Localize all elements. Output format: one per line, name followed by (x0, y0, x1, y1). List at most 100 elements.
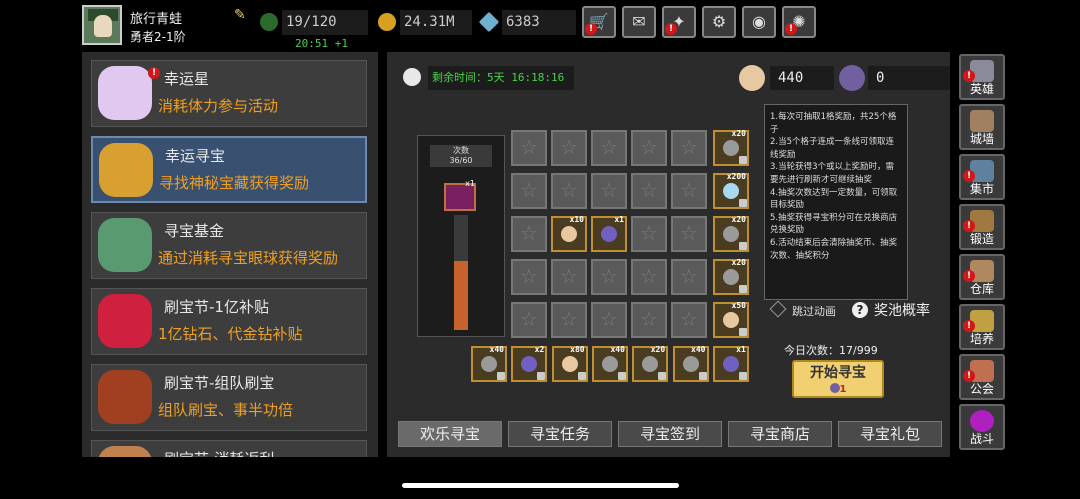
fireworks-button[interactable]: ✺! (782, 6, 816, 38)
star-icon: ☆ (600, 135, 618, 159)
lock-icon (577, 372, 586, 380)
grid-cell-hidden[interactable]: ☆ (511, 259, 547, 295)
star-icon: ☆ (600, 178, 618, 202)
star-icon: ☆ (600, 307, 618, 331)
row-line-reward[interactable]: x20 (713, 258, 749, 295)
player-avatar[interactable] (82, 5, 122, 45)
spectrum-button[interactable]: ◉ (742, 6, 776, 38)
event-menu-item[interactable]: 刷宝节-1亿补贴 1亿钻石、代金钻补贴 (91, 288, 367, 355)
pool-odds-label[interactable]: 奖池概率 (874, 300, 930, 320)
row-line-reward[interactable]: x200 (713, 172, 749, 209)
grid-cell-hidden[interactable]: ☆ (671, 130, 707, 166)
grid-cell-revealed[interactable]: x10 (551, 215, 587, 252)
grid-cell-hidden[interactable]: ☆ (511, 302, 547, 338)
lock-icon (739, 156, 747, 164)
start-hunt-button[interactable]: 开始寻宝 1 (792, 360, 884, 398)
grid-cell-hidden[interactable]: ☆ (551, 302, 587, 338)
sidebar-button[interactable]: ! 锻造 (959, 204, 1005, 250)
reward-qty: x20 (731, 215, 746, 224)
grid-cell-hidden[interactable]: ☆ (631, 302, 667, 338)
grid-cell-hidden[interactable]: ☆ (511, 130, 547, 166)
edit-icon[interactable]: ✎ (234, 8, 248, 22)
event-menu-item[interactable]: 寻宝基金 通过消耗寻宝眼球获得奖励 (91, 212, 367, 279)
sidebar-label: 公会 (969, 382, 994, 396)
grid-cell-hidden[interactable]: ☆ (671, 216, 707, 252)
gear-icon: ⚙ (711, 12, 727, 31)
settings-button[interactable]: ⚙ (702, 6, 736, 38)
reward-qty: x1 (736, 345, 746, 354)
event-menu-title: 寻宝基金 (164, 222, 225, 240)
grid-cell-hidden[interactable]: ☆ (591, 259, 627, 295)
sidebar-button[interactable]: ! 公会 (959, 354, 1005, 400)
remaining-label: 剩余时间： (432, 71, 487, 84)
grid-cell-hidden[interactable]: ☆ (631, 259, 667, 295)
column-line-reward[interactable]: x2 (511, 345, 548, 382)
star-icon: ☆ (520, 221, 538, 245)
star-icon: ☆ (680, 307, 698, 331)
lock-icon (739, 285, 747, 293)
event-menu-subtitle: 寻找神秘宝藏获得奖励 (159, 174, 310, 192)
treasure-medallion-icon (99, 143, 153, 197)
events-button[interactable]: ✦! (662, 6, 696, 38)
bottom-tab[interactable]: 寻宝任务 (508, 421, 612, 447)
home-indicator (402, 483, 679, 488)
bottom-tab[interactable]: 欢乐寻宝 (398, 421, 502, 447)
event-menu-item[interactable]: 刷宝节-组队刷宝 组队刷宝、事半功倍 (91, 364, 367, 431)
column-line-reward[interactable]: x40 (591, 345, 628, 382)
column-line-reward[interactable]: x80 (551, 345, 588, 382)
grid-cell-hidden[interactable]: ☆ (511, 216, 547, 252)
grid-cell-hidden[interactable]: ☆ (591, 302, 627, 338)
grid-cell-hidden[interactable]: ☆ (631, 130, 667, 166)
help-icon[interactable]: ? (852, 302, 868, 318)
alert-badge: ! (585, 23, 597, 35)
column-line-reward[interactable]: x1 (712, 345, 749, 382)
event-menu-item[interactable]: ! 幸运星 消耗体力参与活动 (91, 60, 367, 127)
grid-cell-hidden[interactable]: ☆ (551, 259, 587, 295)
diamond-value: 6383 (506, 14, 540, 30)
sidebar-button[interactable]: 战斗 (959, 404, 1005, 450)
event-menu-item[interactable]: 刷宝节-消耗返利 (91, 440, 367, 457)
grid-cell-hidden[interactable]: ☆ (671, 302, 707, 338)
grid-cell-revealed[interactable]: x1 (591, 215, 627, 252)
mail-button[interactable]: ✉ (622, 6, 656, 38)
grid-cell-hidden[interactable]: ☆ (591, 173, 627, 209)
skip-animation-label[interactable]: 跳过动画 (792, 303, 836, 319)
sidebar-button[interactable]: ! 英雄 (959, 54, 1005, 100)
column-line-reward[interactable]: x40 (471, 345, 507, 382)
grid-cell-hidden[interactable]: ☆ (511, 173, 547, 209)
column-line-reward[interactable]: x40 (672, 345, 709, 382)
lock-icon (739, 199, 747, 207)
star-icon: ☆ (520, 135, 538, 159)
grid-cell-hidden[interactable]: ☆ (591, 130, 627, 166)
red-flower-icon (98, 294, 152, 348)
sidebar-button[interactable]: ! 培养 (959, 304, 1005, 350)
column-line-reward[interactable]: x20 (632, 345, 669, 382)
shop-button[interactable]: 🛒! (582, 6, 616, 38)
grid-cell-hidden[interactable]: ☆ (631, 173, 667, 209)
grid-cell-hidden[interactable]: ☆ (551, 130, 587, 166)
event-menu-title: 刷宝节-消耗返利 (164, 448, 274, 457)
draw-count-value: 36/60 (449, 156, 473, 165)
star-icon: ☆ (560, 307, 578, 331)
purple-orb-cost-icon (829, 383, 840, 393)
grid-cell-hidden[interactable]: ☆ (671, 173, 707, 209)
rule-line: 2.当5个格子连成一条线可领取连线奖励 (770, 137, 895, 160)
event-menu-item[interactable]: 幸运寻宝 寻找神秘宝藏获得奖励 (91, 136, 367, 203)
bottom-tab[interactable]: 寻宝签到 (618, 421, 722, 447)
stamina-display: 19/120 (260, 10, 368, 35)
row-line-reward[interactable]: x50 (713, 301, 749, 338)
sidebar-button[interactable]: 城墙 (959, 104, 1005, 150)
sidebar-button[interactable]: ! 集市 (959, 154, 1005, 200)
bottom-tab[interactable]: 寻宝商店 (728, 421, 832, 447)
bottom-tab[interactable]: 寻宝礼包 (838, 421, 942, 447)
grid-cell-hidden[interactable]: ☆ (671, 259, 707, 295)
sidebar-button[interactable]: ! 仓库 (959, 254, 1005, 300)
grid-cell-hidden[interactable]: ☆ (551, 173, 587, 209)
grid-cell-hidden[interactable]: ☆ (631, 216, 667, 252)
milestone-prize-icon[interactable]: x1 (444, 179, 476, 211)
star-icon: ☆ (520, 178, 538, 202)
row-line-reward[interactable]: x20 (713, 215, 749, 252)
lock-icon (738, 372, 747, 380)
row-line-reward[interactable]: x20 (713, 129, 749, 166)
sidebar-label: 英雄 (969, 82, 994, 96)
